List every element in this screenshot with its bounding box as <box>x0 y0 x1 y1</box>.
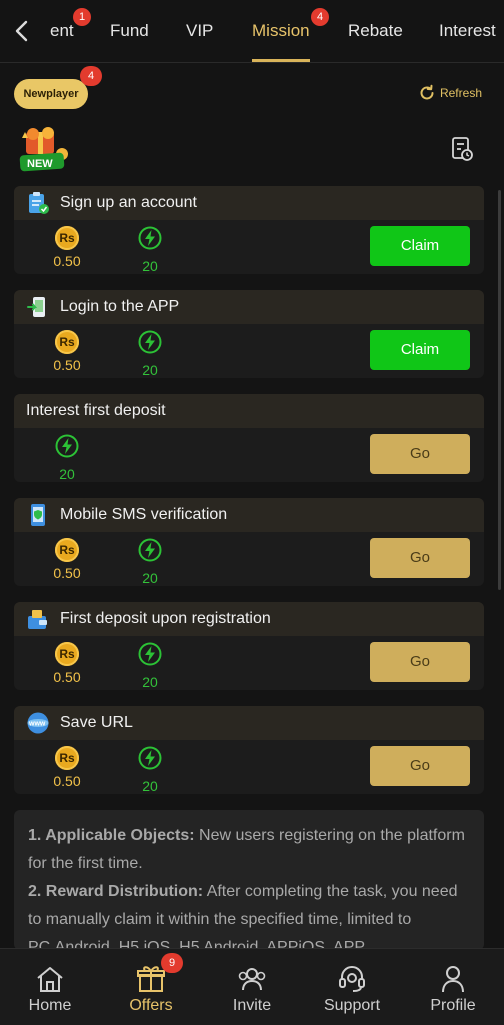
phone-login-icon <box>27 297 45 317</box>
tab-interest[interactable]: Interest <box>439 0 496 62</box>
money-reward: Rs 0.50 <box>47 746 87 789</box>
go-button[interactable]: Go <box>370 538 470 578</box>
money-reward-value: 0.50 <box>53 357 81 373</box>
exp-reward: 20 <box>130 226 170 274</box>
tab-fund[interactable]: Fund <box>110 0 149 62</box>
refresh-button[interactable]: Refresh <box>418 82 482 104</box>
newplayer-filter-chip[interactable]: Newplayer <box>14 79 88 109</box>
phone-shield-icon <box>31 504 45 526</box>
money-reward: Rs 0.50 <box>47 330 87 373</box>
scrollbar[interactable] <box>498 190 501 590</box>
nav-support[interactable]: Support <box>302 949 402 1025</box>
exp-reward-value: 20 <box>142 258 158 274</box>
exp-reward-value: 20 <box>142 362 158 378</box>
money-reward: Rs 0.50 <box>47 226 87 269</box>
task-title: Save URL <box>60 714 133 731</box>
exp-reward-value: 20 <box>59 466 75 482</box>
clipboard-icon <box>29 192 49 214</box>
nav-invite[interactable]: Invite <box>202 949 302 1025</box>
task-record-icon[interactable] <box>450 136 474 162</box>
task-card-interest-first-deposit: Interest first deposit 20 Go <box>14 394 484 482</box>
exp-reward-value: 20 <box>142 778 158 794</box>
home-icon <box>37 967 63 992</box>
svg-text:NEW: NEW <box>27 158 53 170</box>
refresh-icon <box>420 84 434 100</box>
wallet-icon <box>28 610 47 629</box>
active-tab-underline <box>252 59 310 62</box>
rule-heading: 2. Reward Distribution: <box>28 883 204 900</box>
invite-people-icon <box>238 968 266 991</box>
lightning-icon <box>138 642 162 666</box>
tab-mission[interactable]: Mission <box>252 0 310 62</box>
money-reward-value: 0.50 <box>53 565 81 581</box>
rupee-coin-icon: Rs <box>55 330 79 354</box>
task-title: Login to the APP <box>60 298 180 315</box>
rule-item: 1. Applicable Objects: New users registe… <box>28 822 470 878</box>
tab-bar: ent 1 Fund VIP Mission 4 Rebate Interest <box>0 0 504 63</box>
tab-event[interactable]: ent <box>50 0 74 62</box>
tab-rebate[interactable]: Rebate <box>348 0 403 62</box>
www-globe-icon: www <box>27 712 49 734</box>
exp-reward: 20 <box>130 746 170 794</box>
go-button[interactable]: Go <box>370 746 470 786</box>
exp-reward-value: 20 <box>142 570 158 586</box>
claim-button[interactable]: Claim <box>370 226 470 266</box>
mission-rules: 1. Applicable Objects: New users registe… <box>14 810 484 950</box>
newplayer-count-badge: 4 <box>80 66 102 86</box>
profile-icon <box>442 966 464 993</box>
task-title: First deposit upon registration <box>60 610 271 627</box>
task-card-login-app: Login to the APP Rs 0.50 20 Claim <box>14 290 484 378</box>
exp-reward: 20 <box>130 330 170 378</box>
task-card-sms-verification: Mobile SMS verification Rs 0.50 20 Go <box>14 498 484 586</box>
task-title: Interest first deposit <box>26 402 166 419</box>
money-reward-value: 0.50 <box>53 253 81 269</box>
tab-mission-badge: 4 <box>311 8 329 26</box>
claim-button[interactable]: Claim <box>370 330 470 370</box>
exp-reward: 20 <box>130 538 170 586</box>
nav-offers[interactable]: Offers 9 <box>101 949 201 1025</box>
rupee-coin-icon: Rs <box>55 538 79 562</box>
lightning-icon <box>138 330 162 354</box>
lightning-icon <box>138 226 162 250</box>
back-arrow-icon[interactable] <box>12 18 32 44</box>
rupee-coin-icon: Rs <box>55 642 79 666</box>
task-card-sign-up: Sign up an account Rs 0.50 20 Claim <box>14 186 484 274</box>
money-reward-value: 0.50 <box>53 773 81 789</box>
nav-profile[interactable]: Profile <box>403 949 503 1025</box>
rupee-coin-icon: Rs <box>55 746 79 770</box>
exp-reward: 20 <box>47 434 87 482</box>
exp-reward: 20 <box>130 642 170 690</box>
lightning-icon <box>138 538 162 562</box>
rule-item: 2. Reward Distribution: After completing… <box>28 878 470 950</box>
tab-event-badge: 1 <box>73 8 91 26</box>
headset-icon <box>339 966 365 992</box>
task-card-save-url: www Save URL Rs 0.50 20 Go <box>14 706 484 794</box>
money-reward-value: 0.50 <box>53 669 81 685</box>
money-reward: Rs 0.50 <box>47 642 87 685</box>
go-button[interactable]: Go <box>370 642 470 682</box>
tab-vip[interactable]: VIP <box>186 0 213 62</box>
lightning-icon <box>138 746 162 770</box>
bottom-nav: Home Offers 9 Invite Support Profile <box>0 948 504 1025</box>
go-button[interactable]: Go <box>370 434 470 474</box>
task-title: Mobile SMS verification <box>60 506 228 523</box>
rule-heading: 1. Applicable Objects: <box>28 827 195 844</box>
exp-reward-value: 20 <box>142 674 158 690</box>
nav-home[interactable]: Home <box>0 949 100 1025</box>
task-card-first-deposit-registration: First deposit upon registration Rs 0.50 … <box>14 602 484 690</box>
rupee-coin-icon: Rs <box>55 226 79 250</box>
svg-text:www: www <box>28 721 46 728</box>
lightning-icon <box>55 434 79 458</box>
new-player-gift-logo: NEW <box>19 127 68 172</box>
offers-badge: 9 <box>161 953 183 973</box>
money-reward: Rs 0.50 <box>47 538 87 581</box>
task-title: Sign up an account <box>60 194 197 211</box>
